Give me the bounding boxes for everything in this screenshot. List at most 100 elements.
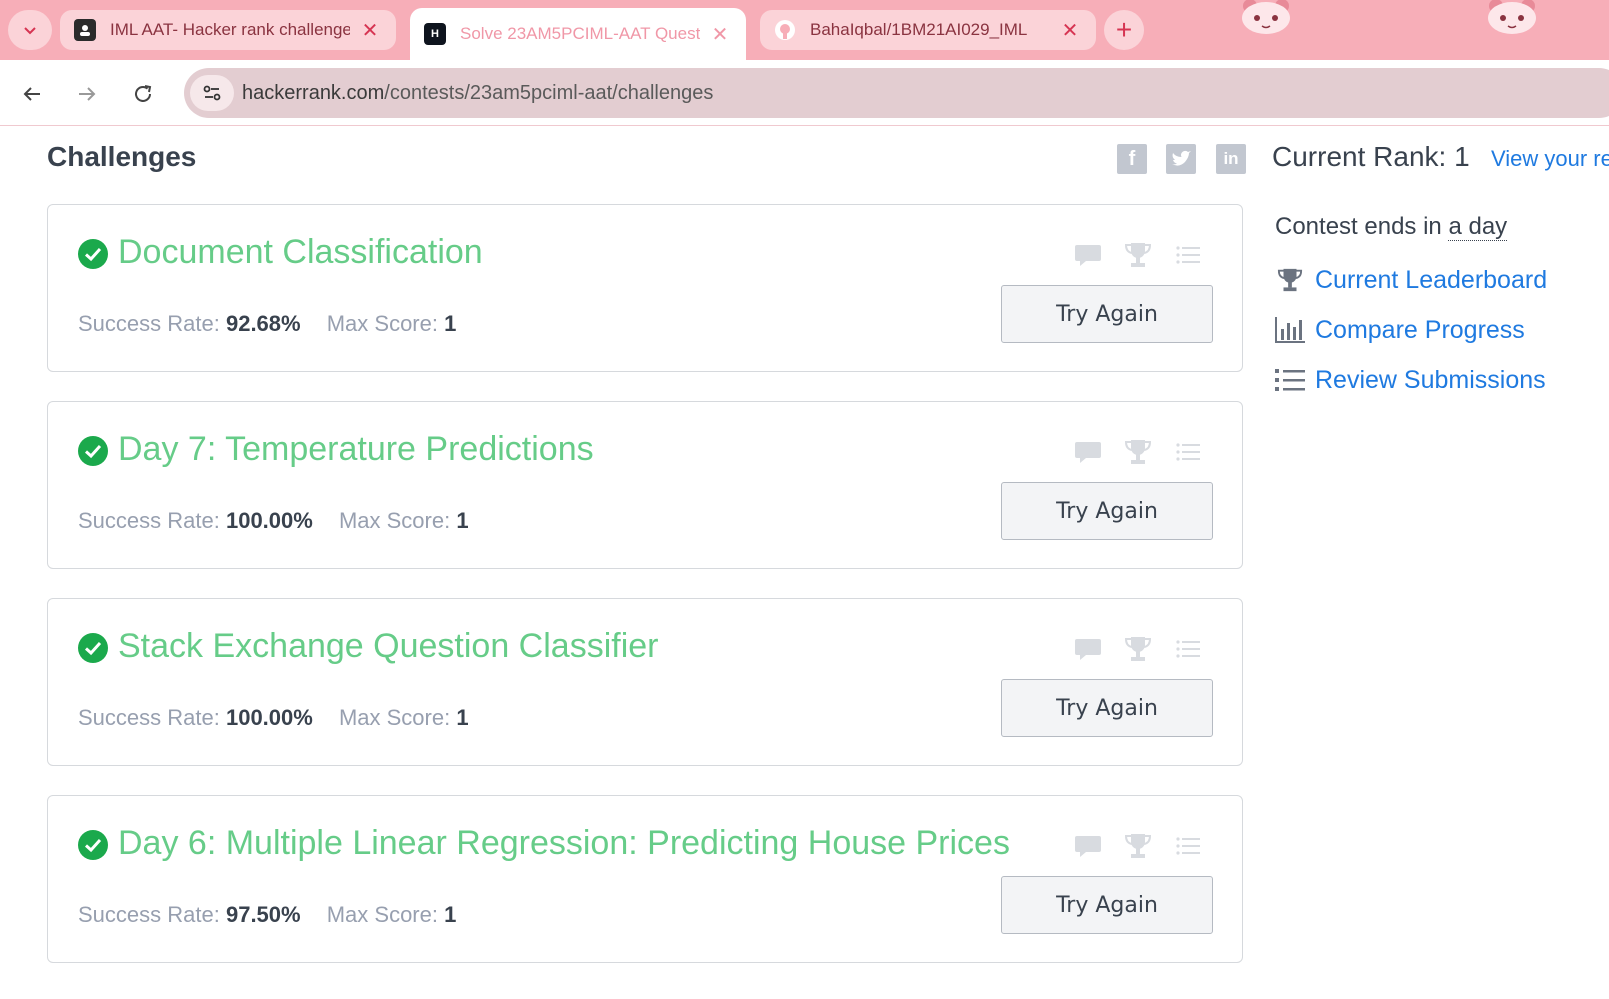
challenge-stats: Success Rate: 100.00% Max Score: 1 <box>78 705 469 731</box>
challenge-stats: Success Rate: 100.00% Max Score: 1 <box>78 508 469 534</box>
challenge-card: Document Classification Success Rate: 92… <box>47 204 1243 372</box>
success-rate-value: 92.68% <box>225 311 301 336</box>
success-rate-label: Success Rate: <box>78 902 220 927</box>
max-score-label: Max Score: <box>326 311 438 336</box>
tab-title: Solve 23AM5PCIML-AAT Questions <box>460 24 700 43</box>
arrow-left-icon <box>23 87 40 101</box>
challenge-stats: Success Rate: 92.68% Max Score: 1 <box>78 311 456 337</box>
max-score-label: Max Score: <box>326 902 438 927</box>
profile-icon <box>74 19 96 41</box>
try-again-button[interactable]: Try Again <box>1001 679 1213 737</box>
new-tab-button[interactable]: + <box>1104 10 1144 50</box>
max-score-label: Max Score: <box>338 508 451 533</box>
try-again-button[interactable]: Try Again <box>1001 285 1213 343</box>
check-circle-icon <box>78 436 108 466</box>
contest-ends-text: Contest ends in a day <box>1275 213 1605 241</box>
try-again-button[interactable]: Try Again <box>1001 876 1213 934</box>
challenge-icons <box>1074 438 1202 466</box>
tab-search-button[interactable] <box>8 10 52 50</box>
trophy-icon[interactable] <box>1124 635 1152 663</box>
linkedin-share-icon[interactable]: in <box>1216 144 1246 174</box>
panda-theme-icon <box>1242 0 1290 34</box>
trophy-icon[interactable] <box>1124 438 1152 466</box>
page-content: Challenges f in Current Rank: 1 View you… <box>0 127 1609 999</box>
tab-iml-aat[interactable]: IML AAT- Hacker rank challenge ✕ <box>60 10 396 50</box>
challenge-title[interactable]: Day 6: Multiple Linear Regression: Predi… <box>118 824 1010 863</box>
max-score-value: 1 <box>444 902 457 927</box>
sidebar-link-label: Current Leaderboard <box>1315 265 1548 294</box>
site-settings-icon[interactable] <box>190 75 234 111</box>
tab-title: IML AAT- Hacker rank challenge <box>110 20 350 39</box>
tab-github[interactable]: BahaIqbal/1BM21AI029_IML ✕ <box>760 10 1096 50</box>
max-score-value: 1 <box>456 705 469 730</box>
success-rate-value: 100.00% <box>225 508 313 533</box>
challenge-stats: Success Rate: 97.50% Max Score: 1 <box>78 902 456 928</box>
max-score-value: 1 <box>444 311 457 336</box>
challenge-title[interactable]: Document Classification <box>118 233 483 272</box>
panda-theme-icon <box>1488 0 1536 34</box>
browser-toolbar: hackerrank.com/contests/23am5pciml-aat/c… <box>0 60 1609 126</box>
bar-chart-icon <box>1275 315 1305 345</box>
trophy-icon <box>1275 265 1305 295</box>
success-rate-label: Success Rate: <box>78 705 220 730</box>
max-score-value: 1 <box>456 508 469 533</box>
close-icon[interactable]: ✕ <box>708 22 732 47</box>
sidebar-link-label: Compare Progress <box>1315 315 1525 344</box>
tab-hackerrank-active[interactable]: H Solve 23AM5PCIML-AAT Questions ✕ <box>410 8 746 60</box>
max-score-label: Max Score: <box>338 705 451 730</box>
check-circle-icon <box>78 830 108 860</box>
facebook-share-icon[interactable]: f <box>1117 144 1147 174</box>
github-icon <box>774 19 796 41</box>
discussion-icon[interactable] <box>1074 635 1102 663</box>
list-icon[interactable] <box>1174 438 1202 466</box>
close-icon[interactable]: ✕ <box>358 18 382 43</box>
success-rate-value: 100.00% <box>225 705 313 730</box>
challenge-card: Day 6: Multiple Linear Regression: Predi… <box>47 795 1243 963</box>
review-submissions-link[interactable]: Review Submissions <box>1275 365 1546 395</box>
contest-ends-label: Contest ends in <box>1275 213 1442 240</box>
discussion-icon[interactable] <box>1074 832 1102 860</box>
page-title: Challenges <box>47 141 197 172</box>
hackerrank-icon: H <box>424 23 446 45</box>
list-icon <box>1275 365 1305 395</box>
challenge-icons <box>1074 241 1202 269</box>
list-icon[interactable] <box>1174 635 1202 663</box>
contest-sidebar: Contest ends in a day Current Leaderboar… <box>1275 213 1605 394</box>
check-circle-icon <box>78 239 108 269</box>
compare-progress-link[interactable]: Compare Progress <box>1275 315 1525 345</box>
twitter-share-icon[interactable] <box>1166 144 1196 174</box>
list-icon[interactable] <box>1174 832 1202 860</box>
trophy-icon[interactable] <box>1124 832 1152 860</box>
tab-title: BahaIqbal/1BM21AI029_IML <box>810 20 1028 39</box>
challenge-title[interactable]: Stack Exchange Question Classifier <box>118 627 658 666</box>
challenge-card: Stack Exchange Question Classifier Succe… <box>47 598 1243 766</box>
list-icon[interactable] <box>1174 241 1202 269</box>
try-again-button[interactable]: Try Again <box>1001 482 1213 540</box>
reload-icon <box>135 85 152 102</box>
challenge-title[interactable]: Day 7: Temperature Predictions <box>118 430 594 469</box>
reload-button[interactable] <box>123 74 163 114</box>
check-circle-icon <box>78 633 108 663</box>
challenge-card: Day 7: Temperature Predictions Success R… <box>47 401 1243 569</box>
contest-ends-value: a day <box>1448 213 1508 241</box>
url-text: hackerrank.com/contests/23am5pciml-aat/c… <box>242 82 713 105</box>
discussion-icon[interactable] <box>1074 438 1102 466</box>
trophy-icon[interactable] <box>1124 241 1152 269</box>
forward-button[interactable] <box>67 74 107 114</box>
address-bar[interactable]: hackerrank.com/contests/23am5pciml-aat/c… <box>184 68 1609 118</box>
current-rank: Current Rank: 1 <box>1272 141 1470 172</box>
browser-tabbar: IML AAT- Hacker rank challenge ✕ H Solve… <box>0 0 1609 60</box>
challenge-icons <box>1074 832 1202 860</box>
close-icon[interactable]: ✕ <box>1058 18 1082 43</box>
url-host: hackerrank.com <box>242 81 385 104</box>
back-button[interactable] <box>12 74 52 114</box>
success-rate-label: Success Rate: <box>78 311 220 336</box>
arrow-right-icon <box>79 87 96 101</box>
challenge-icons <box>1074 635 1202 663</box>
view-results-link[interactable]: View your results <box>1491 146 1609 172</box>
sidebar-link-label: Review Submissions <box>1315 365 1546 394</box>
url-path: /contests/23am5pciml-aat/challenges <box>384 81 714 104</box>
discussion-icon[interactable] <box>1074 241 1102 269</box>
current-leaderboard-link[interactable]: Current Leaderboard <box>1275 265 1547 295</box>
chevron-down-icon <box>24 27 36 35</box>
